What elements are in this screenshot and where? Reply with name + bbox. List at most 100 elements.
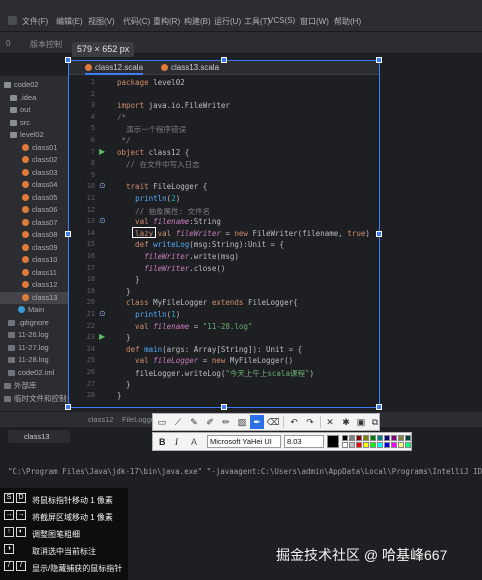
run-gutter-icon[interactable]: ▶ xyxy=(99,332,105,341)
tree-item-1126log[interactable]: 11-26.log xyxy=(8,330,49,342)
menu-item[interactable]: 编辑(E) xyxy=(56,16,83,27)
color-swatch[interactable] xyxy=(363,435,369,441)
highlighter-tool-icon[interactable]: ✐ xyxy=(203,415,217,429)
tree-item-class03[interactable]: class03 xyxy=(22,168,57,180)
close-icon[interactable]: ✕ xyxy=(323,415,337,429)
color-swatch[interactable] xyxy=(342,442,348,448)
resize-handle-sw[interactable] xyxy=(65,404,71,410)
implemented-gutter-icon[interactable]: ⊙ xyxy=(99,216,106,225)
bold-button[interactable]: B xyxy=(159,435,166,449)
menu-item[interactable]: 构建(B) xyxy=(184,16,211,27)
resize-handle-e[interactable] xyxy=(376,231,382,237)
override-gutter-icon[interactable]: ⊙ xyxy=(99,309,106,318)
tree-item-[interactable]: 临时文件和控制台 xyxy=(4,393,74,405)
color-swatch[interactable] xyxy=(349,442,355,448)
mosaic-tool-icon[interactable]: ▧ xyxy=(235,415,249,429)
tree-item-class04[interactable]: class04 xyxy=(22,180,57,192)
tree-item-class05[interactable]: class05 xyxy=(22,193,57,205)
color-swatch[interactable] xyxy=(405,442,411,448)
color-swatch[interactable] xyxy=(384,442,390,448)
color-swatch[interactable] xyxy=(356,442,362,448)
tree-item-idea[interactable]: .idea xyxy=(10,93,36,105)
eraser-tool-icon[interactable]: ⌫ xyxy=(266,415,280,429)
color-swatch[interactable] xyxy=(377,435,383,441)
tree-item-out[interactable]: out xyxy=(10,105,30,117)
tree-item-main[interactable]: Main xyxy=(18,305,44,317)
capture-region[interactable]: class12.scala class13.scala 1 2 3 4 5 6 7 8 9 10 1… xyxy=(65,57,382,410)
color-swatch[interactable] xyxy=(391,435,397,441)
tree-item-class13[interactable]: class13 xyxy=(22,293,57,305)
tree-item-class01[interactable]: class01 xyxy=(22,143,57,155)
menu-item[interactable]: 窗口(W) xyxy=(300,16,329,27)
resize-handle-nw[interactable] xyxy=(65,57,71,63)
color-swatch[interactable] xyxy=(363,442,369,448)
undo-icon[interactable]: ↶ xyxy=(287,415,301,429)
color-swatch[interactable] xyxy=(356,435,362,441)
current-color-swatch[interactable] xyxy=(327,435,339,448)
pen-tool-icon[interactable]: ✎ xyxy=(187,415,201,429)
resize-handle-w[interactable] xyxy=(65,231,71,237)
tree-item-level02[interactable]: level02 xyxy=(10,130,44,142)
tree-item-gitignore[interactable]: .gitignore xyxy=(8,318,49,330)
tab-class13[interactable]: class13.scala xyxy=(161,63,219,75)
run-gutter-icon[interactable]: ▶ xyxy=(99,147,105,156)
resize-handle-s[interactable] xyxy=(221,404,227,410)
color-swatch[interactable] xyxy=(405,435,411,441)
tree-item-class06[interactable]: class06 xyxy=(22,205,57,217)
copy-icon[interactable]: ⧉ xyxy=(368,415,382,429)
font-name-select[interactable]: Microsoft YaHei UI xyxy=(207,435,281,448)
implemented-gutter-icon[interactable]: ⊙ xyxy=(99,181,106,190)
color-swatch[interactable] xyxy=(398,442,404,448)
tree-item-code02iml[interactable]: code02.iml xyxy=(8,368,54,380)
tree-item-class11[interactable]: class11 xyxy=(22,268,57,280)
tree-item-class10[interactable]: class10 xyxy=(22,255,57,267)
menu-item[interactable]: 运行(U) xyxy=(214,16,241,27)
project-selector[interactable]: 0 xyxy=(6,39,10,48)
vcs-label[interactable]: 版本控制 xyxy=(30,39,62,50)
resize-handle-se[interactable] xyxy=(376,404,382,410)
tree-item-src[interactable]: src xyxy=(10,118,30,130)
tree-item-class02[interactable]: class02 xyxy=(22,155,57,167)
tree-item-class12[interactable]: class12 xyxy=(22,280,57,292)
marker-tool-icon[interactable]: ✏ xyxy=(219,415,233,429)
line-tool-icon[interactable]: ⟋ xyxy=(171,415,185,429)
tree-item-class09[interactable]: class09 xyxy=(22,243,57,255)
line-number: 20 xyxy=(86,298,95,307)
text-tool-icon[interactable]: ✒ xyxy=(250,415,264,429)
pin-icon[interactable]: ✱ xyxy=(339,415,353,429)
run-tab[interactable]: class13 xyxy=(8,430,70,443)
font-size-select[interactable]: 8.03 xyxy=(284,435,324,448)
tree-item-[interactable]: 外部库 xyxy=(4,380,37,392)
resize-handle-ne[interactable] xyxy=(376,57,382,63)
color-swatch[interactable] xyxy=(370,435,376,441)
text-style-button[interactable]: A xyxy=(191,435,197,449)
color-swatch[interactable] xyxy=(377,442,383,448)
menu-item[interactable]: VCS(S) xyxy=(268,16,295,25)
tree-item-1128log[interactable]: 11-28.log xyxy=(8,355,49,367)
save-icon[interactable]: ▣ xyxy=(354,415,368,429)
color-swatch[interactable] xyxy=(391,442,397,448)
folder-icon xyxy=(10,132,17,138)
color-swatch[interactable] xyxy=(342,435,348,441)
color-swatch[interactable] xyxy=(398,435,404,441)
italic-button[interactable]: I xyxy=(175,435,178,449)
menu-item[interactable]: 视图(V) xyxy=(88,16,115,27)
tree-item-code02[interactable]: code02 xyxy=(4,80,39,92)
lazy-highlight-annotation xyxy=(132,227,156,238)
menu-item[interactable]: 代码(C) xyxy=(123,16,150,27)
menu-item[interactable]: 文件(F) xyxy=(22,16,48,27)
menu-item[interactable]: 重构(R) xyxy=(153,16,180,27)
redo-icon[interactable]: ↷ xyxy=(303,415,317,429)
color-swatch[interactable] xyxy=(384,435,390,441)
tree-item-class07[interactable]: class07 xyxy=(22,218,57,230)
menu-item[interactable]: 帮助(H) xyxy=(334,16,361,27)
tab-class12[interactable]: class12.scala xyxy=(85,63,144,75)
breadcrumb-item[interactable]: class12 xyxy=(88,415,113,424)
color-swatch[interactable] xyxy=(349,435,355,441)
resize-handle-n[interactable] xyxy=(221,57,227,63)
color-swatch[interactable] xyxy=(370,442,376,448)
tree-item-class08[interactable]: class08 xyxy=(22,230,57,242)
tree-item-1127log[interactable]: 11-27.log xyxy=(8,343,49,355)
menu-item[interactable]: 工具(T) xyxy=(244,16,270,27)
rectangle-tool-icon[interactable]: ▭ xyxy=(155,415,169,429)
